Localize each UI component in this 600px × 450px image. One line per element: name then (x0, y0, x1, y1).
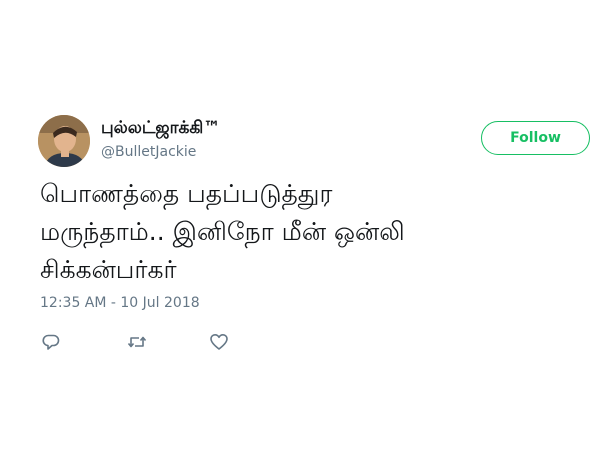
tweet-timestamp[interactable]: 12:35 AM - 10 Jul 2018 (40, 294, 200, 312)
retweet-icon (127, 336, 147, 348)
display-name[interactable]: புல்லட்ஜாக்கி™ (101, 117, 220, 139)
tweet-text-line: பொணத்தை பதப்படுத்துர (40, 179, 333, 208)
user-handle[interactable]: @BulletJackie (101, 143, 196, 161)
heart-icon (210, 334, 228, 350)
tweet-text: பொணத்தை பதப்படுத்துர மருந்தாம்.. இனிநோ ம… (40, 175, 585, 289)
tweet-text-line: மருந்தாம்.. இனிநோ மீன் ஒன்லி (40, 217, 405, 246)
follow-button[interactable]: Follow (481, 121, 590, 155)
reply-button[interactable] (40, 331, 62, 353)
tweet-action-bar (40, 331, 260, 353)
reply-icon (42, 334, 60, 350)
like-button[interactable] (208, 331, 230, 353)
tweet-card: புல்லட்ஜாக்கி™ @BulletJackie Follow பொணத… (0, 0, 600, 450)
tweet-text-line: சிக்கன்பர்கர் (40, 255, 177, 284)
retweet-button[interactable] (126, 331, 148, 353)
avatar[interactable] (38, 115, 90, 167)
